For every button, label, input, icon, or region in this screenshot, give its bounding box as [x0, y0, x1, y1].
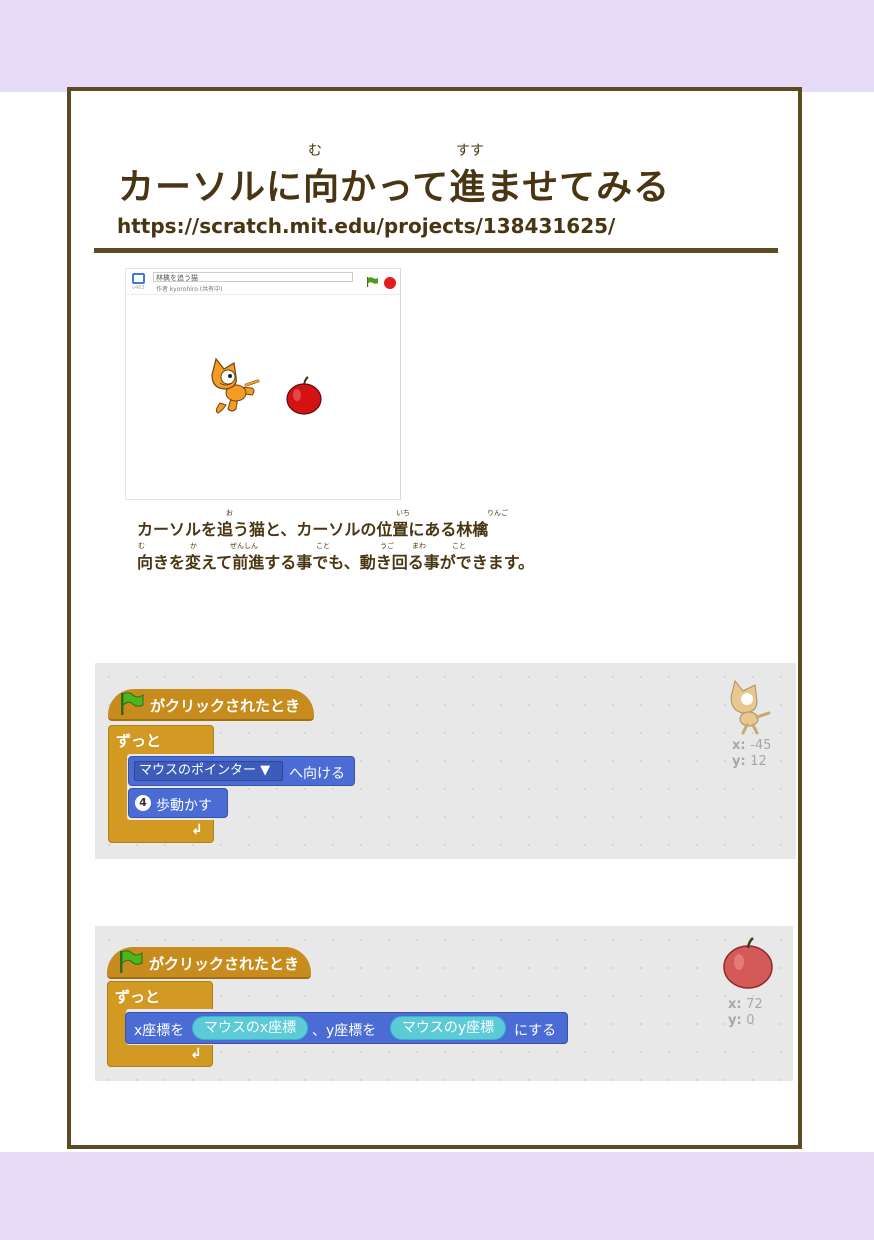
- point-target-dropdown[interactable]: マウスのポインター ▼: [134, 761, 283, 781]
- apple-x-value: 72: [746, 997, 763, 1012]
- furigana: りんご: [487, 509, 508, 517]
- cat-script-panel: ずっと ↲ がクリックされたとき マウスのポインター ▼ へ向ける 4 歩動かす…: [95, 663, 796, 859]
- title-ruby-susu: すす: [456, 143, 484, 159]
- apple-script-panel: ずっと ↲ がクリックされたとき x座標を マウスのx座標 、y座標を マウスの…: [95, 926, 793, 1081]
- when-flag-clicked-block[interactable]: がクリックされたとき: [108, 689, 314, 721]
- cat-y-value: 12: [750, 754, 767, 769]
- apple-sprite: [286, 376, 322, 415]
- bottom-band: [0, 1152, 874, 1240]
- page-title: カーソルに向かって進ませてみる: [118, 167, 671, 208]
- when-flag-clicked-block[interactable]: がクリックされたとき: [107, 947, 311, 979]
- title-ruby-mu: む: [308, 143, 322, 159]
- loop-arrow-icon: ↲: [191, 822, 203, 838]
- mouse-x-reporter[interactable]: マウスのx座標: [192, 1016, 308, 1040]
- cat-position: x: -45 y: 12: [732, 738, 772, 769]
- fullscreen-icon[interactable]: [132, 273, 145, 284]
- goto-label-x: x座標を: [134, 1023, 185, 1039]
- mouse-y-reporter[interactable]: マウスのy座標: [390, 1016, 506, 1040]
- cat-thumbnail: [730, 679, 771, 735]
- loop-arrow-icon: ↲: [190, 1046, 202, 1062]
- title-divider: [94, 248, 778, 253]
- forever-label: ずっと: [115, 988, 161, 1006]
- green-flag-icon[interactable]: [366, 277, 378, 287]
- stage-author: 作者 kyorohiro (共有中): [156, 286, 223, 293]
- green-flag-icon: [120, 950, 143, 973]
- point-suffix: へ向ける: [289, 766, 345, 782]
- apple-thumbnail: [723, 937, 773, 989]
- go-to-xy-block[interactable]: x座標を マウスのx座標 、y座標を マウスのy座標 にする: [125, 1012, 568, 1044]
- top-band: [0, 0, 874, 92]
- stage-project-title: 林檎を追う猫: [153, 272, 353, 282]
- description-line-2: 向きを変えて前進する事でも、動き回る事ができます。: [137, 553, 535, 572]
- point-towards-block[interactable]: マウスのポインター ▼ へ向ける: [128, 756, 355, 786]
- move-steps-input[interactable]: 4: [135, 795, 151, 811]
- hat-label: がクリックされたとき: [150, 697, 301, 715]
- stop-icon[interactable]: [384, 277, 396, 289]
- scratch-stage: v463 林檎を追う猫 作者 kyorohiro (共有中): [125, 268, 401, 500]
- hat-label: がクリックされたとき: [149, 955, 300, 973]
- cat-x-value: -45: [750, 738, 772, 753]
- move-label: 歩動かす: [156, 798, 212, 814]
- green-flag-icon: [121, 692, 144, 715]
- apple-position: x: 72 y: 0: [728, 997, 763, 1028]
- apple-y-value: 0: [746, 1013, 755, 1028]
- project-url[interactable]: https://scratch.mit.edu/projects/1384316…: [117, 214, 615, 238]
- forever-label: ずっと: [116, 732, 162, 750]
- stage-version: v463: [132, 285, 145, 291]
- move-steps-block[interactable]: 4 歩動かす: [128, 788, 228, 818]
- goto-label-y: 、y座標を: [312, 1023, 377, 1039]
- goto-label-end: にする: [514, 1023, 557, 1039]
- cat-sprite: [211, 357, 260, 414]
- stage-header: v463 林檎を追う猫 作者 kyorohiro (共有中): [126, 269, 400, 295]
- description-line-1: カーソルを追う猫と、カーソルの位置にある林檎: [137, 520, 489, 539]
